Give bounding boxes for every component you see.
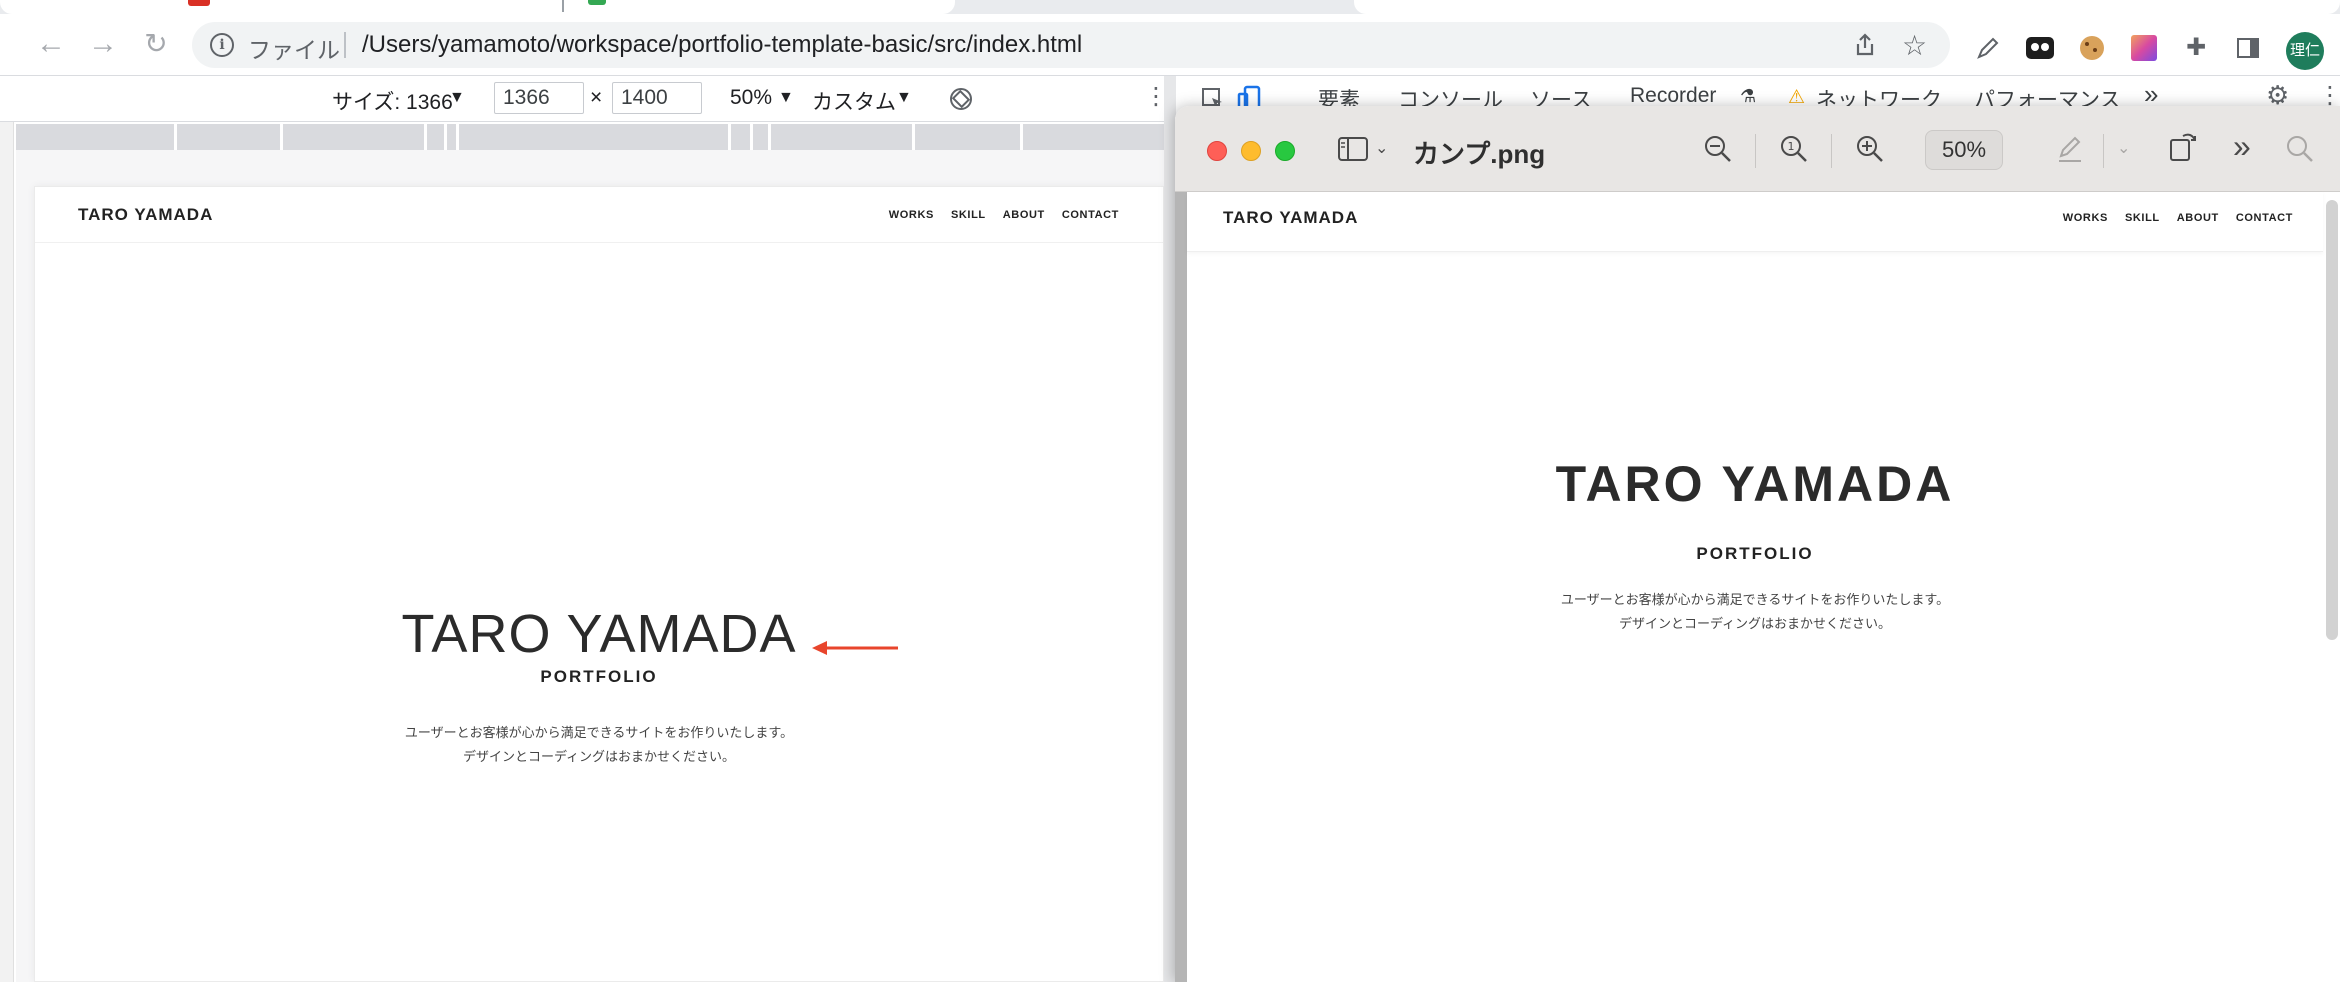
- sidebar-toggle-icon[interactable]: [1337, 136, 1369, 162]
- comp-nav-about: ABOUT: [2176, 212, 2219, 224]
- forward-icon[interactable]: →: [86, 28, 120, 62]
- toolbar-divider: [1831, 134, 1832, 168]
- chevron-down-icon[interactable]: ▼: [896, 89, 912, 107]
- cookie-extension-icon[interactable]: [2078, 34, 2106, 62]
- chevron-down-icon[interactable]: ⌄: [1375, 138, 1388, 158]
- preview-file-title: カンプ.png: [1413, 139, 1546, 169]
- close-icon[interactable]: [1207, 141, 1227, 161]
- share-icon[interactable]: [1852, 32, 1878, 58]
- zoom-level[interactable]: 50%: [1925, 130, 2003, 170]
- times-sign: ×: [590, 86, 603, 109]
- actual-size-icon[interactable]: 1: [1779, 134, 1809, 164]
- rotate-icon[interactable]: [948, 86, 974, 112]
- comp-hero-text-line1: ユーザーとお客様が心から満足できるサイトをお作りいたします。: [1560, 592, 1950, 607]
- url-text[interactable]: /Users/yamamoto/workspace/portfolio-temp…: [362, 31, 1082, 59]
- tab-strip: [0, 0, 2340, 14]
- rotate-icon[interactable]: [2167, 128, 2199, 164]
- emulated-page: TARO YAMADA WORKS SKILL ABOUT CONTACT TA…: [34, 186, 1164, 982]
- comp-nav-contact: CONTACT: [2235, 212, 2293, 224]
- comp-hero-text-line2: デザインとコーディングはおまかせください。: [1618, 616, 1892, 631]
- hero-title: TARO YAMADA: [401, 604, 797, 664]
- tab-separator: [562, 0, 564, 12]
- preview-titlebar: ⌄ カンプ.png 1 50% ⌄ »: [1175, 106, 2340, 192]
- comp-nav: WORKS SKILL ABOUT CONTACT: [2063, 212, 2293, 224]
- toolbar-divider: [1755, 134, 1756, 168]
- device-width-input[interactable]: 1366: [494, 82, 584, 114]
- nav-skill[interactable]: SKILL: [951, 209, 986, 221]
- zoom-out-icon[interactable]: [1703, 134, 1733, 164]
- device-toolbar: サイズ: 1366 ▼ 1366 × 1400 50% ▼ カスタム ▼ ⋮: [0, 76, 1184, 122]
- browser-tab[interactable]: [1354, 0, 2340, 14]
- chevron-down-icon[interactable]: ▼: [778, 89, 794, 107]
- site-logo[interactable]: TARO YAMADA: [78, 205, 213, 225]
- zoom-in-icon[interactable]: [1855, 134, 1885, 164]
- svg-text:1: 1: [1788, 140, 1795, 153]
- annotation-arrow-icon: [812, 641, 898, 655]
- hero-text-line2: デザインとコーディングはおまかせください。: [462, 749, 736, 764]
- tab-favicon-icon: [588, 0, 606, 5]
- comp-nav-works: WORKS: [2062, 212, 2108, 224]
- toolbar-divider: [2103, 134, 2104, 168]
- profile-avatar[interactable]: 理仁: [2286, 32, 2324, 70]
- comp-header: TARO YAMADA WORKS SKILL ABOUT CONTACT: [1187, 192, 2323, 252]
- back-icon[interactable]: ←: [34, 28, 68, 62]
- url-scheme-chip[interactable]: ファイル: [248, 31, 340, 65]
- nav-works[interactable]: WORKS: [889, 209, 934, 221]
- window-edge: [0, 76, 14, 982]
- tab-favicon-icon: [188, 0, 210, 6]
- site-header: TARO YAMADA WORKS SKILL ABOUT CONTACT: [35, 187, 1163, 243]
- info-icon[interactable]: i: [210, 33, 234, 57]
- browser-tab[interactable]: [0, 0, 955, 14]
- device-size-dropdown[interactable]: サイズ: 1366: [332, 86, 453, 116]
- star-icon[interactable]: ☆: [1902, 29, 1927, 62]
- chevron-down-icon[interactable]: ⌄: [2117, 138, 2130, 158]
- omnibox-divider: [344, 32, 346, 58]
- pen-extension-icon[interactable]: [1974, 34, 2002, 62]
- nav-about[interactable]: ABOUT: [1003, 209, 1045, 221]
- address-bar[interactable]: i ファイル /Users/yamamoto/workspace/portfol…: [192, 22, 1950, 68]
- preview-sidebar-edge: [1175, 192, 1187, 982]
- browser-toolbar: ← → ↻ i ファイル /Users/yamamoto/workspace/p…: [0, 14, 2340, 76]
- tape-extension-icon[interactable]: [2026, 34, 2054, 62]
- comp-nav-skill: SKILL: [2124, 212, 2160, 224]
- throttle-dropdown[interactable]: カスタム: [812, 86, 896, 116]
- sidebar-icon[interactable]: [2234, 34, 2262, 62]
- site-nav: WORKS SKILL ABOUT CONTACT: [889, 209, 1119, 221]
- preview-scrollbar[interactable]: [2326, 200, 2338, 640]
- comp-hero-title: TARO YAMADA: [1555, 456, 1955, 512]
- hero-text-line1: ユーザーとお客様が心から満足できるサイトをお作りいたします。: [404, 725, 794, 740]
- media-query-ruler[interactable]: [16, 124, 1166, 150]
- flask-icon: ⚗: [1740, 86, 1757, 106]
- minimize-icon[interactable]: [1241, 141, 1261, 161]
- tab-recorder[interactable]: Recorder: [1630, 84, 1716, 108]
- device-viewport: TARO YAMADA WORKS SKILL ABOUT CONTACT TA…: [16, 150, 1164, 982]
- chevron-down-icon[interactable]: ▼: [449, 89, 465, 107]
- device-height-input[interactable]: 1400: [612, 82, 702, 114]
- comp-hero-subtitle: PORTFOLIO: [1696, 544, 1814, 563]
- reload-icon[interactable]: ↻: [139, 28, 173, 62]
- preview-window: ⌄ カンプ.png 1 50% ⌄ » TARO YAMADA WORKS SK…: [1175, 106, 2340, 982]
- comp-logo: TARO YAMADA: [1223, 208, 1359, 227]
- nav-contact[interactable]: CONTACT: [1062, 209, 1119, 221]
- search-icon[interactable]: [2285, 134, 2315, 164]
- puzzle-icon[interactable]: ✚: [2182, 34, 2210, 62]
- preview-image: TARO YAMADA WORKS SKILL ABOUT CONTACT TA…: [1175, 192, 2340, 982]
- gradient-extension-icon[interactable]: [2130, 34, 2158, 62]
- hero-subtitle: PORTFOLIO: [540, 667, 658, 686]
- zoom-dropdown[interactable]: 50%: [730, 86, 772, 110]
- zoom-window-icon[interactable]: [1275, 141, 1295, 161]
- more-tools-icon[interactable]: »: [2233, 128, 2251, 165]
- markup-pen-icon[interactable]: [2055, 134, 2085, 164]
